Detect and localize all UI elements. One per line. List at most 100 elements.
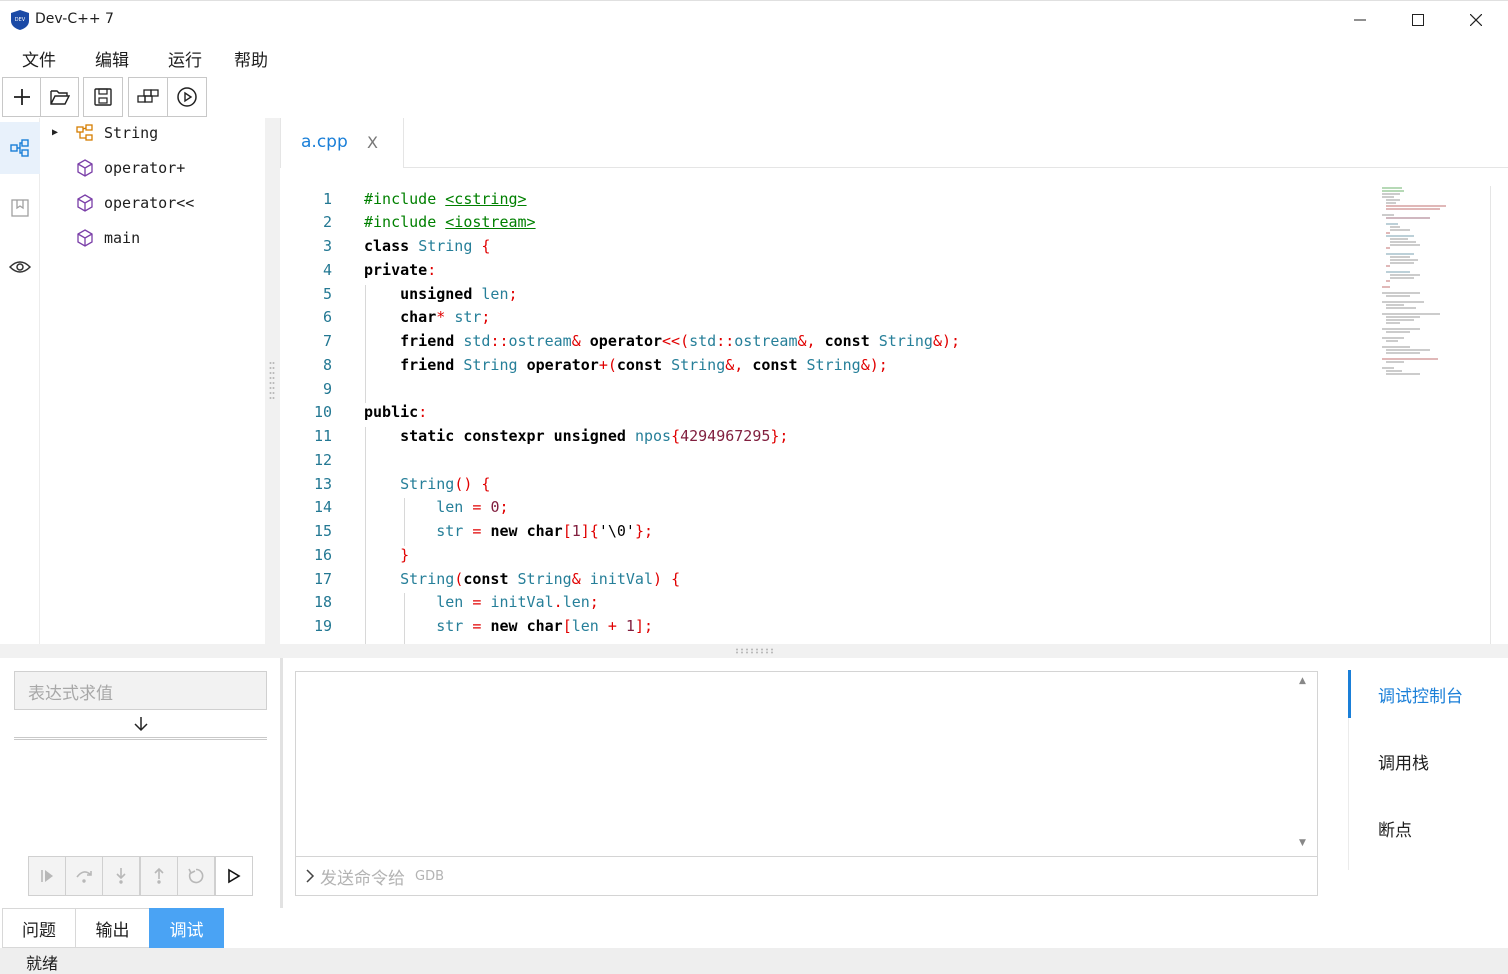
outline-item-operator-plus[interactable]: operator+ (40, 150, 266, 185)
code-line: str = new char[len + 1]; (436, 617, 653, 635)
sidebar-resize-handle[interactable] (265, 118, 280, 644)
debug-panel-divider[interactable] (280, 658, 283, 908)
plus-icon (13, 89, 30, 105)
minimap[interactable] (1380, 186, 1470, 386)
arrow-down-icon (133, 716, 148, 731)
code-line: String() { (400, 475, 491, 493)
line-number: 14 (313, 498, 332, 516)
run-button[interactable] (167, 77, 207, 117)
maximize-button[interactable] (1389, 1, 1447, 39)
code-line: char* str; (400, 308, 491, 326)
function-cube-icon (77, 158, 93, 177)
svg-text:DEV: DEV (15, 17, 26, 23)
menu-run[interactable]: 运行 (168, 46, 202, 71)
window-title: Dev-C++ 7 (35, 11, 114, 27)
outline-item-operator-stream[interactable]: operator<< (40, 185, 266, 220)
expression-input[interactable]: 表达式求值 (14, 671, 267, 710)
panel-tabs: 问题 输出 调试 (0, 908, 1508, 948)
line-number: 17 (313, 570, 332, 588)
line-number: 10 (313, 403, 332, 421)
gdb-command-input[interactable]: 发送命令给 GDB (296, 857, 1317, 895)
line-number: 12 (313, 451, 332, 469)
step-over-button[interactable] (65, 856, 103, 896)
menu-help[interactable]: 帮助 (234, 46, 268, 71)
tab-close-icon[interactable]: X (367, 133, 378, 152)
editor-tab-strip: a.cpp X (280, 118, 1508, 168)
step-over-icon (76, 871, 92, 883)
code-editor[interactable]: 1 2 3 4 5 6 7 8 9 10 11 12 13 14 15 16 1… (280, 168, 1490, 644)
debug-console: ▲ ▼ 发送命令给 GDB (295, 671, 1318, 896)
editor-vertical-scrollbar[interactable] (1490, 186, 1508, 644)
step-into-icon (116, 868, 126, 884)
line-number: 11 (313, 427, 332, 445)
line-number: 15 (313, 522, 332, 540)
console-output[interactable] (296, 672, 1317, 857)
expand-arrow-icon[interactable]: ▶ (52, 127, 58, 138)
code-line: friend std::ostream& operator<<(std::ost… (400, 332, 961, 350)
app-logo-icon: DEV (11, 10, 29, 30)
line-number: 19 (313, 617, 332, 635)
line-number: 4 (322, 261, 332, 279)
grip-dots-icon (269, 362, 275, 399)
save-file-button[interactable] (83, 77, 123, 117)
outline-item-label: main (104, 228, 141, 247)
panel-resize-handle[interactable] (0, 644, 1508, 658)
step-into-button[interactable] (102, 856, 140, 896)
code-line: private: (364, 261, 437, 279)
code-line: public: (364, 403, 428, 421)
minimize-icon (1354, 19, 1366, 21)
activity-watch[interactable] (0, 241, 40, 293)
build-blocks-icon (137, 89, 159, 103)
tab-call-stack[interactable]: 调用栈 (1348, 737, 1508, 785)
activity-outline[interactable] (0, 122, 40, 174)
code-line: len = 0; (436, 498, 509, 516)
prompt-chevron-icon (306, 869, 315, 883)
compile-button[interactable] (128, 77, 168, 117)
continue-button[interactable] (28, 856, 66, 896)
tab-a-cpp[interactable]: a.cpp X (280, 118, 404, 168)
function-cube-icon (77, 193, 93, 212)
code-line: len = initVal.len; (436, 593, 599, 611)
play-icon (228, 868, 241, 884)
outline-item-label: String (104, 123, 159, 142)
minimize-button[interactable] (1331, 1, 1389, 39)
outline-item-string[interactable]: ▶ String (40, 115, 266, 150)
step-out-icon (154, 867, 164, 884)
grip-dots-icon (736, 648, 773, 654)
close-button[interactable] (1447, 1, 1505, 39)
step-out-button[interactable] (140, 856, 178, 896)
restart-icon (188, 868, 204, 884)
outline-item-main[interactable]: main (40, 220, 266, 255)
tab-breakpoints[interactable]: 断点 (1348, 804, 1508, 852)
menu-edit[interactable]: 编辑 (95, 46, 129, 71)
status-bar: 就绪 (0, 948, 1508, 974)
new-file-button[interactable] (2, 77, 41, 117)
close-icon (1470, 14, 1482, 26)
save-icon (94, 88, 112, 106)
scroll-up-icon[interactable]: ▲ (1299, 676, 1306, 686)
scroll-down-icon[interactable]: ▼ (1299, 838, 1306, 848)
tab-output[interactable]: 输出 (75, 908, 150, 948)
open-file-button[interactable] (40, 77, 79, 117)
outline-item-label: operator<< (104, 193, 195, 212)
line-number: 1 (322, 190, 332, 208)
restart-button[interactable] (177, 856, 215, 896)
outline-tree-icon (10, 139, 29, 157)
code-line: #include <iostream> (364, 213, 536, 231)
line-number: 7 (322, 332, 332, 350)
tab-debug[interactable]: 调试 (149, 908, 224, 948)
tab-problems[interactable]: 问题 (2, 908, 76, 948)
line-number: 2 (322, 213, 332, 231)
status-text: 就绪 (26, 954, 59, 973)
gdb-placeholder: 发送命令给 (320, 868, 405, 889)
code-line: friend String operator+(const String&, c… (400, 356, 888, 374)
menu-file[interactable]: 文件 (22, 46, 56, 71)
play-circle-icon (177, 87, 197, 107)
start-debug-button[interactable] (215, 856, 253, 896)
evaluate-button[interactable] (14, 710, 267, 740)
tab-debug-console[interactable]: 调试控制台 (1348, 670, 1508, 718)
class-icon (76, 123, 93, 141)
activity-bookmarks[interactable] (0, 182, 40, 234)
maximize-icon (1412, 14, 1424, 26)
